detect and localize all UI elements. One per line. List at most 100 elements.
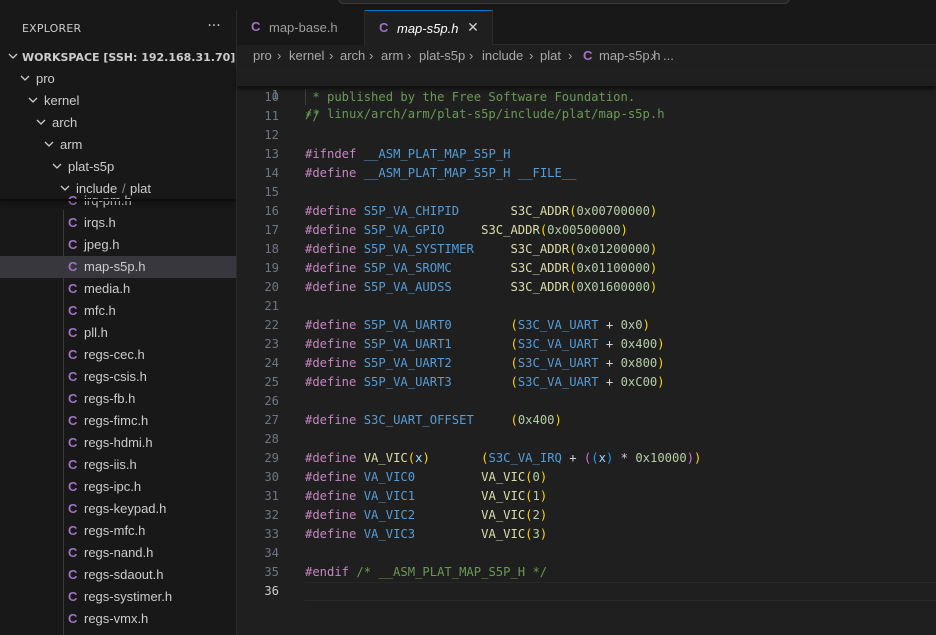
tree-file-item[interactable]: Cregs-systimer.h [0,586,236,608]
tree-file-item[interactable]: Cregs-iis.h [0,454,236,476]
breadcrumb-separator-icon: › [407,48,412,63]
tree-folder-arch[interactable]: arch [0,112,236,134]
token: ) [539,470,548,484]
tree-file-item[interactable]: Cregs-vmx.h [0,608,236,630]
code-line-17: #define S5P_VA_GPIO S3C_ADDR(0x00500000) [237,221,936,240]
line-number: 36 [264,584,279,598]
token: 0x00500000 [547,223,621,237]
tree-file-item[interactable]: Cirq-pm.h [0,190,236,212]
close-icon[interactable]: ✕ [465,19,481,35]
token: S5P_VA_SYSTIMER [363,242,474,256]
token: x [598,451,606,465]
tab-map-s5p[interactable]: C map-s5p.h ✕ [365,10,493,45]
explorer-title: EXPLORER [22,22,82,35]
token: ( [510,413,518,427]
breadcrumb-item[interactable]: arm [381,48,403,63]
code-line-20: #define S5P_VA_AUDSS S3C_ADDR(0X01600000… [237,278,936,297]
tree-file-item[interactable]: Cregs-fimc.h [0,410,236,432]
c-file-icon: C [68,391,78,406]
tab-label: map-base.h [269,20,338,35]
tree-file-item[interactable]: Cregs-sdaout.h [0,564,236,586]
token: ( [510,318,518,332]
breadcrumb-item[interactable]: include [482,48,523,63]
token: 0x01100000 [576,261,650,275]
breadcrumb-item[interactable]: plat [540,48,561,63]
file-label: regs-vmx.h [84,611,149,626]
tree-file-item[interactable]: Cregs-hdmi.h [0,432,236,454]
workspace-root[interactable]: WORKSPACE [SSH: 192.168.31.70] [0,46,236,68]
breadcrumb-item[interactable]: kernel [289,48,324,63]
tree-file-item[interactable]: Cpll.h [0,322,236,344]
tree-file-item[interactable]: Cmedia.h [0,278,236,300]
tree-file-item[interactable]: Cirqs.h [0,212,236,234]
chevron-down-icon [34,115,48,129]
file-label: media.h [84,281,131,296]
token: #ifndef [305,147,357,161]
token: #define [305,508,357,522]
c-file-icon: C [68,435,78,450]
token: __ASM_PLAT_MAP_S5P_H [363,147,511,161]
token: ) [657,356,665,370]
folder-label: pro [36,71,55,86]
tree-folder-pro[interactable]: pro [0,68,236,90]
breadcrumb-separator-icon: › [369,48,374,63]
tree-folder-arm[interactable]: arm [0,134,236,156]
token: S3C_ADDR [510,242,570,256]
code-editor[interactable]: 1 /* linux/arch/arm/plat-s5p/include/pla… [237,67,936,635]
breadcrumb-item[interactable]: arch [340,48,365,63]
token: ) [649,204,658,218]
token: ) [649,261,658,275]
tree-file-item[interactable]: Cregs-mfc.h [0,520,236,542]
c-file-icon: C [68,215,78,230]
breadcrumb-separator-icon: › [469,48,474,63]
breadcrumb-item[interactable]: pro [253,48,272,63]
command-center[interactable] [338,0,790,4]
token: ) [422,451,430,465]
token: 0xC00 [620,375,658,389]
token: 0x01200000 [576,242,650,256]
tree-file-item[interactable]: Cregs-fb.h [0,388,236,410]
breadcrumb-separator-icon: › [568,48,573,63]
sticky-scroll-shadow [0,199,236,201]
token: __FILE__ [517,166,577,180]
code-line-23: #define S5P_VA_UART1 (S3C_VA_UART + 0x40… [237,335,936,354]
token: 3 [532,527,540,541]
tree-folder-plat-s5p[interactable]: plat-s5p [0,156,236,178]
tree-file-item[interactable]: Cregs-cec.h [0,344,236,366]
gutter-line: 12 [237,126,936,145]
workspace-label: WORKSPACE [SSH: 192.168.31.70] [22,51,236,64]
token: ( [510,356,518,370]
token: ) [554,413,562,427]
c-file-icon: C [68,479,78,494]
token: + [605,375,614,389]
token: VA_VIC [481,508,526,522]
tree-folder-kernel[interactable]: kernel [0,90,236,112]
token: S3C_VA_UART [517,337,599,351]
title-bar [0,0,936,10]
breadcrumb-symbols[interactable]: ... [663,48,674,63]
token: 0X01600000 [576,280,650,294]
folder-label: arm [60,137,83,152]
more-actions-button[interactable]: ··· [204,18,224,38]
sticky-scroll-line[interactable]: 1 /* linux/arch/arm/plat-s5p/include/pla… [237,67,936,121]
tree-file-item[interactable]: Cregs-nand.h [0,542,236,564]
code-line-18: #define S5P_VA_SYSTIMER S3C_ADDR(0x01200… [237,240,936,259]
breadcrumb-item[interactable]: plat-s5p [419,48,465,63]
c-file-icon: C [68,259,78,274]
code-line-27: #define S3C_UART_OFFSET (0x400) [237,411,936,430]
tree-file-item[interactable]: Cregs-ipc.h [0,476,236,498]
code-line-35: #endif /* __ASM_PLAT_MAP_S5P_H */ [237,563,936,582]
token: ) [649,242,658,256]
tree-file-item[interactable]: Cregs-csis.h [0,366,236,388]
token: #define [305,204,357,218]
code-line-25: #define S5P_VA_UART3 (S3C_VA_UART + 0xC0… [237,373,936,392]
tab-map-base[interactable]: C map-base.h [237,10,365,45]
c-file-icon: C [68,567,78,582]
token: #define [305,242,357,256]
tree-file-item[interactable]: Cmap-s5p.h [0,256,236,278]
token: VA_VIC [481,489,526,503]
tree-file-item[interactable]: Cjpeg.h [0,234,236,256]
tree-file-item[interactable]: Cregs-keypad.h [0,498,236,520]
chevron-down-icon [42,137,56,151]
tree-file-item[interactable]: Cmfc.h [0,300,236,322]
